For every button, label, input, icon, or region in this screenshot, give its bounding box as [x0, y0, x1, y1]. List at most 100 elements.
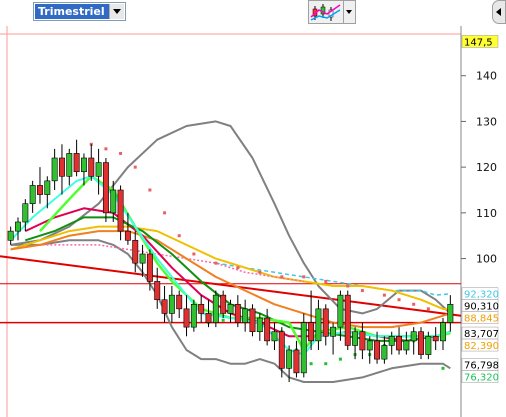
candle-body	[300, 322, 307, 374]
candle-body	[15, 221, 21, 232]
sar-dot-0-7	[192, 252, 196, 256]
candle-body	[352, 331, 359, 346]
price-label: 82,390	[461, 338, 499, 352]
candle-body	[403, 340, 410, 351]
candle-body	[44, 180, 51, 195]
candle-body	[154, 281, 161, 301]
sar-dot-0-8	[214, 261, 218, 265]
y-tick-label: 100	[476, 253, 497, 266]
price-label-text: 90,310	[464, 302, 499, 313]
sar-dot-0-12	[302, 275, 306, 279]
candle-body	[308, 322, 315, 342]
candle-body	[183, 308, 190, 328]
sar-dot-0-5	[163, 211, 167, 215]
candle-body	[37, 185, 43, 195]
candle-body	[110, 189, 117, 214]
price-label-text: 82,390	[464, 341, 499, 352]
candle-24	[183, 295, 190, 337]
sar-dot-0-6	[177, 234, 181, 238]
candle-body	[344, 294, 351, 346]
candle-body	[139, 253, 146, 264]
candle-56	[418, 327, 424, 360]
candle-body	[432, 335, 439, 342]
candle-42	[315, 299, 322, 350]
candle-body	[80, 157, 87, 173]
candle-body	[410, 331, 417, 342]
candle-1	[15, 217, 21, 241]
candle-58	[432, 327, 439, 350]
sar-dot-0-19	[426, 307, 430, 311]
candle-body	[440, 322, 446, 342]
candle-25	[190, 299, 197, 332]
candle-body	[95, 162, 102, 177]
candle-body	[278, 331, 285, 369]
price-label: 90,310	[461, 299, 499, 313]
sar-dot-0-14	[346, 284, 350, 288]
candle-13	[102, 158, 109, 222]
candle-body	[51, 157, 58, 182]
sar-dot-0-9	[236, 266, 240, 270]
candlesticks	[7, 139, 454, 382]
candle-body	[117, 189, 124, 232]
candle-33	[249, 304, 256, 337]
candle-body	[381, 345, 388, 360]
sar-dot-0-13	[324, 279, 328, 283]
candle-body	[418, 331, 424, 355]
candle-19	[146, 249, 153, 291]
candle-body	[227, 303, 234, 314]
candle-7	[58, 144, 65, 195]
candle-3	[29, 180, 36, 213]
sar-dot-1-1	[221, 318, 225, 322]
candle-body	[102, 162, 109, 214]
overlay-line-3	[10, 225, 451, 311]
price-label: 76,320	[461, 370, 499, 384]
price-label-text: 92,320	[464, 290, 499, 301]
candle-60	[447, 295, 454, 332]
candle-body	[425, 335, 432, 355]
candle-body	[132, 239, 139, 264]
sar-dot-0-3	[133, 165, 137, 169]
candle-body	[212, 294, 219, 323]
candle-body	[286, 349, 293, 369]
candle-body	[256, 317, 263, 333]
candle-body	[447, 303, 454, 323]
candle-39	[293, 340, 300, 378]
y-tick-label: 130	[476, 115, 497, 128]
price-label: 88,845	[461, 311, 499, 325]
sar-dot-0-15	[360, 289, 364, 293]
candle-53	[396, 327, 403, 355]
candle-body	[161, 299, 168, 314]
candle-body	[124, 230, 131, 241]
y-axis-ticks: 140 130 120 110 100	[461, 70, 497, 266]
candle-9	[73, 139, 80, 177]
candle-body	[337, 294, 344, 328]
sar-dot-0-4	[148, 188, 152, 192]
candle-32	[242, 299, 249, 332]
candle-body	[366, 340, 373, 351]
candle-body	[330, 326, 337, 337]
price-chart: 140 130 120 110 100 147,5 92,32090,31088,845 8…	[0, 26, 499, 417]
candle-body	[198, 303, 205, 314]
candle-body	[73, 153, 80, 173]
candle-body	[374, 340, 381, 360]
candle-body	[249, 308, 256, 333]
price-label: 147,5	[461, 35, 499, 48]
sar-dot-1-8	[324, 362, 328, 366]
candle-body	[271, 331, 278, 342]
candle-body	[293, 349, 300, 374]
price-label-text: 88,845	[464, 314, 499, 325]
candle-23	[176, 290, 183, 318]
candle-body	[359, 331, 366, 351]
candle-44	[330, 322, 337, 355]
candle-47	[352, 327, 359, 360]
y-tick-label: 110	[476, 207, 497, 220]
sar-dot-0-16	[382, 293, 386, 297]
candle-body	[22, 203, 29, 223]
candle-18	[139, 244, 146, 277]
candle-body	[264, 317, 271, 342]
candle-4	[37, 167, 43, 204]
candle-body	[66, 153, 73, 177]
price-label-text: 83,707	[464, 329, 499, 340]
candle-body	[146, 253, 153, 282]
candle-28	[212, 290, 219, 328]
